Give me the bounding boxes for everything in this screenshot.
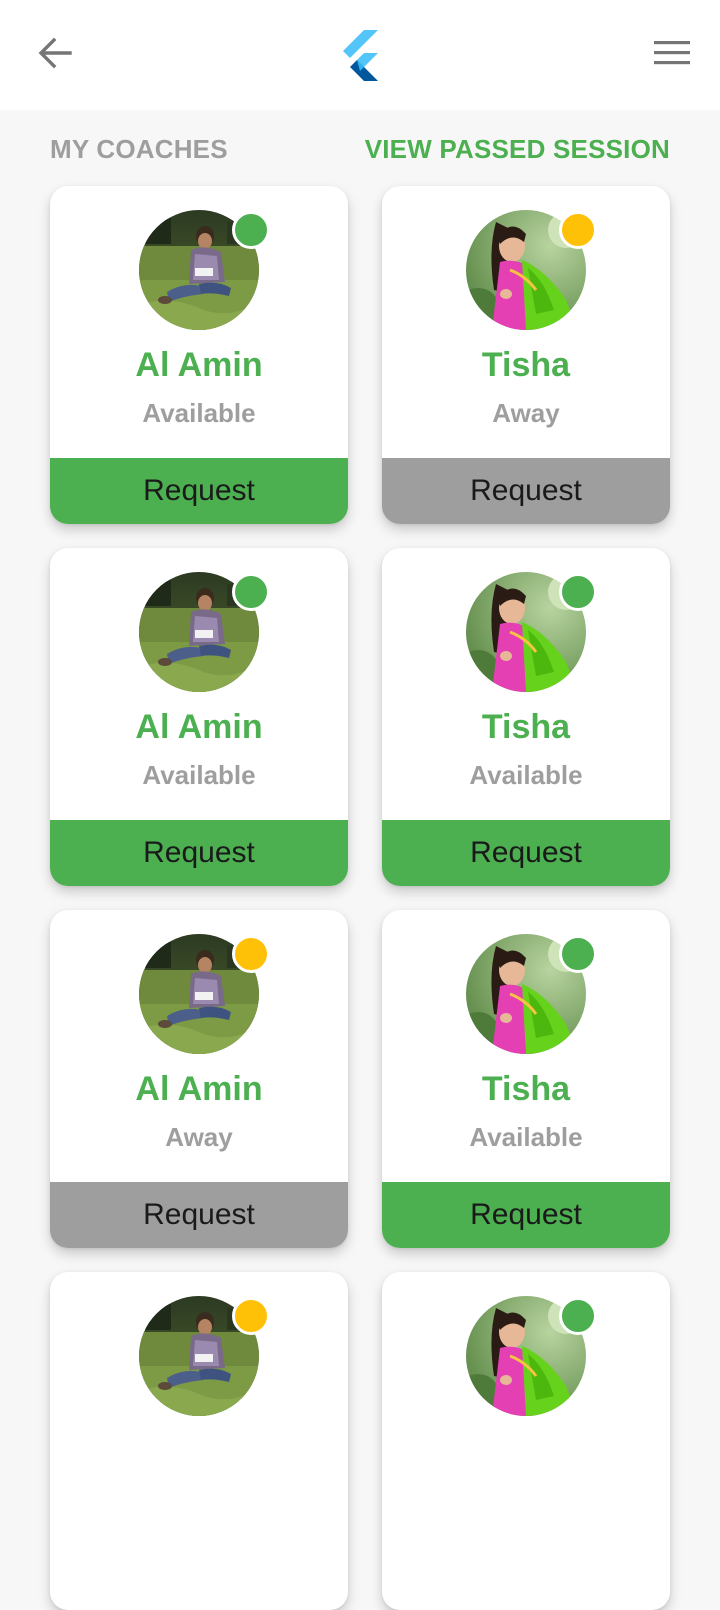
menu-button[interactable] [646,32,698,78]
coach-card[interactable]: Tisha Away Request [382,186,670,524]
request-button[interactable]: Request [50,820,348,886]
coach-status: Away [492,398,560,428]
coach-status: Available [142,760,256,790]
coach-status: Available [142,398,256,428]
status-dot-icon [559,573,597,611]
avatar-wrapper [139,572,270,692]
coach-card[interactable]: Al Amin Away Request [50,910,348,1248]
avatar-wrapper [139,934,270,1054]
avatar-wrapper [466,934,597,1054]
section-header: MY COACHES VIEW PASSED SESSION [50,132,670,170]
coach-card[interactable]: Al Amin Available Request [50,186,348,524]
coach-card[interactable]: Tisha Available Request [382,910,670,1248]
coach-name: Tisha [481,346,571,384]
status-dot-icon [232,573,270,611]
coach-status: Available [469,1122,583,1152]
coach-name: Al Amin [135,346,263,384]
coach-status: Available [469,760,583,790]
status-dot-icon [559,935,597,973]
status-dot-icon [559,1297,597,1335]
status-dot-icon [232,935,270,973]
request-button[interactable]: Request [382,820,670,886]
coach-name: Tisha [481,708,571,746]
request-button[interactable]: Request [382,458,670,524]
coach-card[interactable]: Al Amin Available Request [50,548,348,886]
coach-card[interactable]: Tisha Available Request [382,548,670,886]
request-button[interactable]: Request [382,1182,670,1248]
status-dot-icon [232,1297,270,1335]
avatar-wrapper [139,1296,270,1416]
section-title: MY COACHES [50,134,228,164]
view-passed-session-link[interactable]: VIEW PASSED SESSION [365,134,670,165]
coach-name: Tisha [481,1070,571,1108]
coach-name: Al Amin [135,708,263,746]
avatar-wrapper [466,1296,597,1416]
coach-name: Al Amin [135,1070,263,1108]
coach-card[interactable] [382,1272,670,1610]
app-bar [0,0,720,110]
coach-status: Away [165,1122,233,1152]
request-button[interactable]: Request [50,1182,348,1248]
flutter-logo-icon [336,28,386,82]
hamburger-menu-icon [653,39,691,72]
avatar-wrapper [466,210,597,330]
status-dot-icon [559,211,597,249]
status-dot-icon [232,211,270,249]
avatar-wrapper [139,210,270,330]
avatar-wrapper [466,572,597,692]
coach-card[interactable] [50,1272,348,1610]
back-button[interactable] [30,30,80,80]
arrow-left-icon [36,34,74,77]
request-button[interactable]: Request [50,458,348,524]
